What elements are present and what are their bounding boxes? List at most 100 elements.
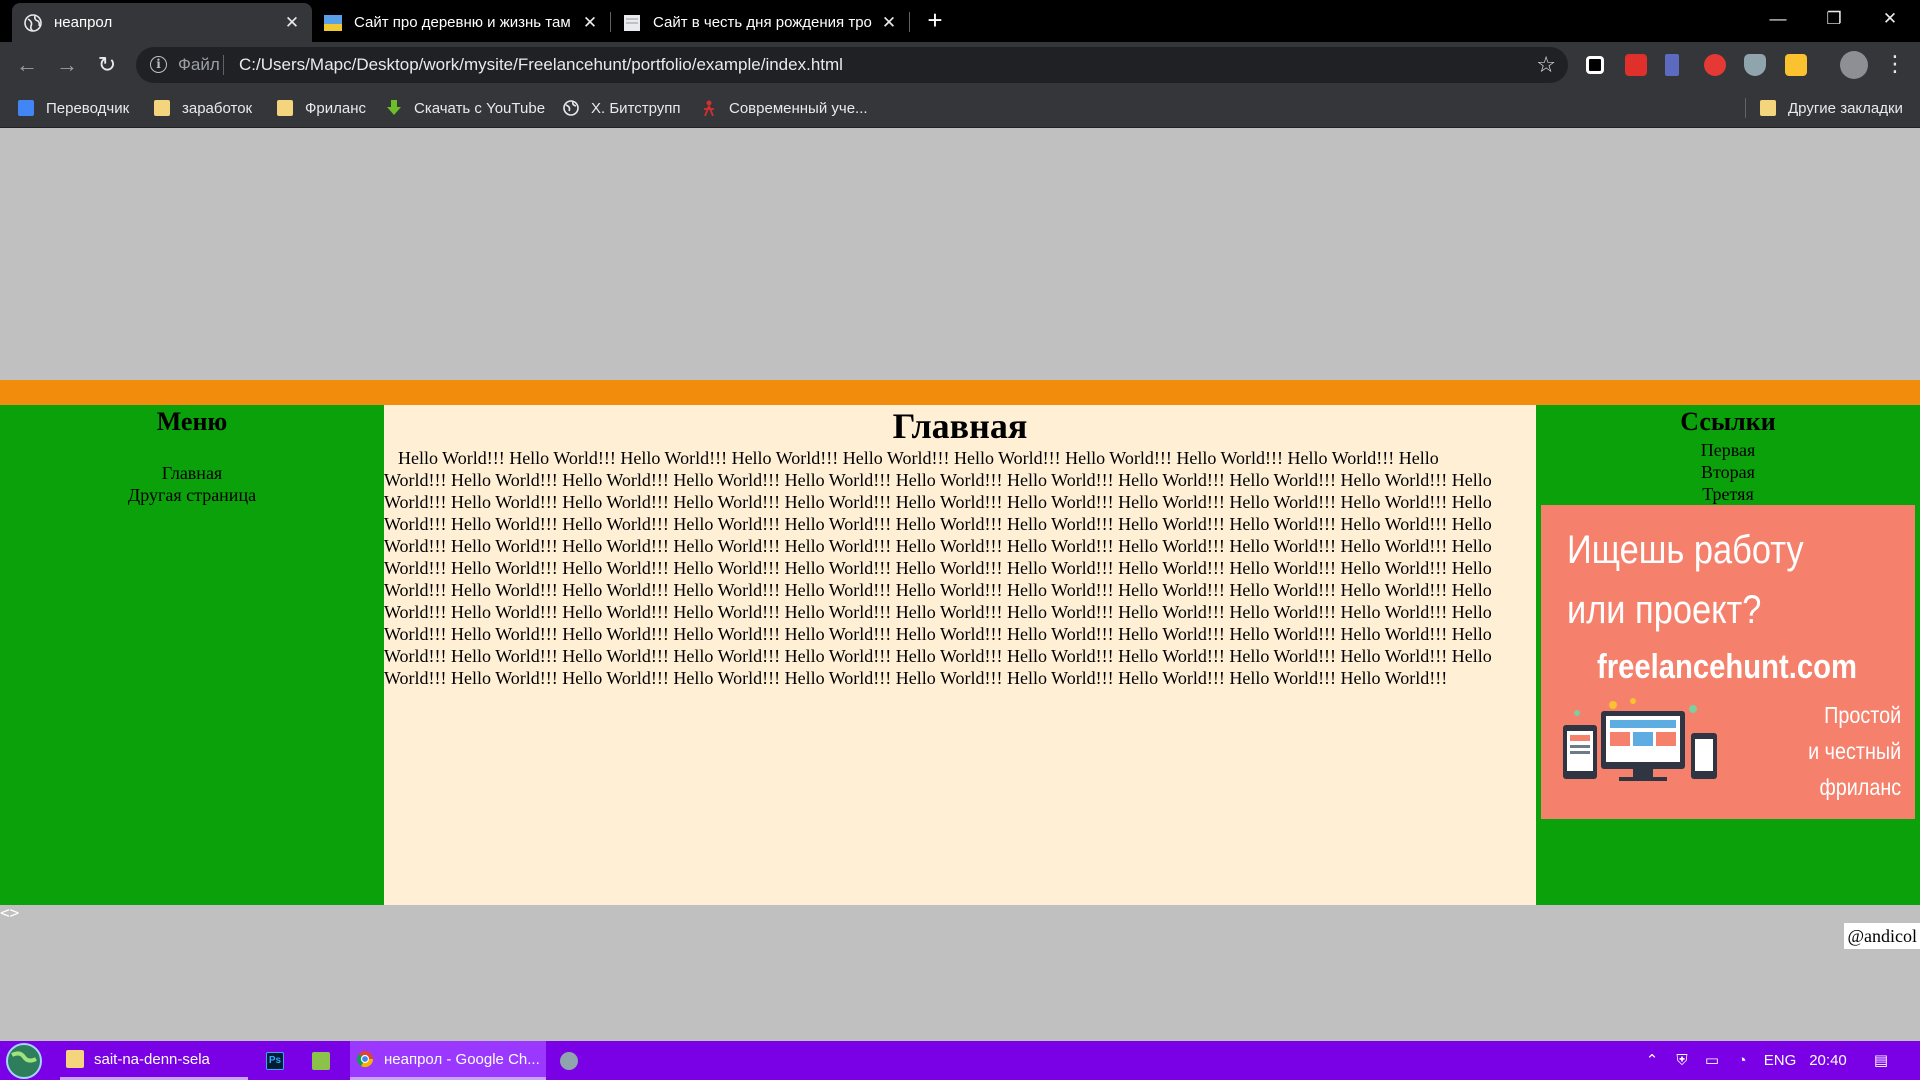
notification-icon[interactable]: ▤ xyxy=(1866,1041,1896,1080)
close-icon[interactable]: ✕ xyxy=(578,13,602,33)
menu-list: Главная Другая страница xyxy=(0,462,384,506)
address-divider xyxy=(223,55,224,75)
window-close-button[interactable]: ✕ xyxy=(1862,0,1918,40)
bookmark-translate[interactable]: Переводчик xyxy=(18,88,129,128)
bookmark-bitstrupp[interactable]: X. Битструпп xyxy=(563,88,681,128)
forward-button[interactable]: → xyxy=(52,50,82,80)
address-bar[interactable]: i Файл C:/Users/Марс/Desktop/work/mysite… xyxy=(136,47,1568,83)
taskbar-photoshop[interactable]: Ps xyxy=(266,1041,286,1080)
profile-avatar[interactable] xyxy=(1840,51,1868,79)
bookmark-star-icon[interactable]: ☆ xyxy=(1536,52,1556,78)
extension-red-icon[interactable] xyxy=(1625,54,1647,76)
tab-village[interactable]: Сайт про деревню и жизнь там ✕ xyxy=(312,3,610,42)
bookmarks-divider xyxy=(1745,98,1746,118)
extension-shield-icon[interactable] xyxy=(1744,54,1766,76)
tray-chevron-icon[interactable]: ⌃ xyxy=(1640,1041,1664,1080)
ad-line-2: или проект? xyxy=(1567,588,1762,632)
maximize-button[interactable]: ❐ xyxy=(1806,0,1862,40)
browser-menu-icon[interactable]: ⋮ xyxy=(1884,50,1906,80)
close-icon[interactable]: ✕ xyxy=(280,13,304,33)
page-viewport: Меню Главная Другая страница Главная Hel… xyxy=(0,129,1920,1041)
info-icon[interactable]: i xyxy=(150,56,167,73)
tray-wifi-icon[interactable]: ◔ xyxy=(1730,1041,1754,1080)
tray-security-icon[interactable]: ⛨ xyxy=(1670,1041,1694,1080)
tab-title: Сайт про деревню и жизнь там xyxy=(354,14,571,31)
tab-active[interactable]: неапрол ✕ xyxy=(12,3,312,42)
browser-toolbar: ← → ↻ i Файл C:/Users/Марс/Desktop/work/… xyxy=(0,42,1920,88)
bookmark-label: X. Битструпп xyxy=(591,99,681,117)
menu-heading: Меню xyxy=(156,407,228,436)
windows-taskbar: sait-na-denn-sela Ps неапрол - Google Ch… xyxy=(0,1041,1920,1080)
main-content: Главная Hello World!!! Hello World!!! He… xyxy=(384,405,1536,905)
back-button[interactable]: ← xyxy=(12,50,42,80)
new-tab-button[interactable]: + xyxy=(921,6,949,34)
ad-domain: freelancehunt.com xyxy=(1597,648,1857,686)
bookmark-earnings[interactable]: заработок xyxy=(154,88,252,128)
folder-icon xyxy=(1760,100,1776,116)
app-icon xyxy=(560,1051,578,1070)
chrome-icon xyxy=(356,1051,374,1068)
reload-button[interactable]: ↻ xyxy=(92,50,122,80)
image-favicon-icon xyxy=(324,14,342,31)
ad-tagline-line: фриланс xyxy=(1819,774,1901,800)
google-translate-icon xyxy=(18,100,34,116)
tab-title: Сайт в честь дня рождения тро xyxy=(653,14,872,31)
taskbar-app[interactable] xyxy=(560,1041,580,1080)
other-bookmarks-label: Другие закладки xyxy=(1788,99,1903,117)
link-third[interactable]: Третяя xyxy=(1536,483,1920,505)
taskbar-chrome[interactable]: неапрол - Google Ch... xyxy=(350,1041,546,1080)
links-heading: Ссылки xyxy=(1680,407,1776,436)
tab-divider xyxy=(909,12,910,32)
notepad-icon xyxy=(312,1051,330,1070)
bookmark-label: Современный уче... xyxy=(729,99,868,117)
ad-line-1: Ищешь работу xyxy=(1567,528,1804,572)
taskbar-notepad[interactable] xyxy=(312,1041,332,1080)
extension-yellow-icon[interactable] xyxy=(1785,54,1807,76)
folder-icon xyxy=(66,1050,84,1068)
start-orb-icon[interactable] xyxy=(2,1041,46,1080)
link-second[interactable]: Вторая xyxy=(1536,461,1920,483)
tab-strip: неапрол ✕ Сайт про деревню и жизнь там ✕… xyxy=(0,0,1920,42)
links-list: Первая Вторая Третяя xyxy=(1536,439,1920,505)
photoshop-icon: Ps xyxy=(266,1051,284,1070)
bookmark-freelance[interactable]: Фриланс xyxy=(277,88,366,128)
extension-flag-icon[interactable] xyxy=(1665,54,1679,76)
extension-hand-icon[interactable] xyxy=(1704,54,1726,76)
download-arrow-icon xyxy=(387,100,401,115)
ad-tagline-line: Простой xyxy=(1824,702,1901,728)
freelancehunt-ad-banner[interactable]: Ищешь работу или проект? freelancehunt.c… xyxy=(1541,505,1915,819)
close-icon[interactable]: ✕ xyxy=(877,13,901,33)
tab-title: неапрол xyxy=(54,14,113,31)
menu-sidebar: Меню Главная Другая страница xyxy=(0,405,384,905)
other-bookmarks[interactable]: Другие закладки xyxy=(1760,88,1903,128)
bookmark-label: Скачать с YouTube xyxy=(414,99,546,117)
address-url[interactable]: C:/Users/Марс/Desktop/work/mysite/Freela… xyxy=(239,55,843,75)
page-favicon-icon xyxy=(624,14,640,31)
folder-icon xyxy=(277,100,293,116)
tab-birthday[interactable]: Сайт в честь дня рождения тро ✕ xyxy=(611,3,909,42)
page-title: Главная xyxy=(892,406,1028,446)
tray-battery-icon[interactable]: ▭ xyxy=(1700,1041,1724,1080)
ad-tagline-line: и честный xyxy=(1807,738,1901,764)
extension-square-icon[interactable] xyxy=(1586,56,1604,74)
link-first[interactable]: Первая xyxy=(1536,439,1920,461)
menu-item-other-page[interactable]: Другая страница xyxy=(0,484,384,506)
address-scheme: Файл xyxy=(178,55,220,74)
person-icon xyxy=(704,100,714,116)
globe-icon xyxy=(563,100,579,116)
devices-illustration-icon xyxy=(1563,698,1717,781)
ad-tagline: Простой и честный фриланс xyxy=(1808,697,1901,805)
bookmark-label: Переводчик xyxy=(46,99,130,117)
tray-language[interactable]: ENG xyxy=(1760,1041,1800,1080)
bookmark-modern-teacher[interactable]: Современный уче... xyxy=(701,88,868,128)
minimize-button[interactable]: — xyxy=(1750,0,1806,40)
bookmark-youtube-download[interactable]: Скачать с YouTube xyxy=(386,88,545,128)
footer-code-mark: <> xyxy=(0,903,20,922)
taskbar-explorer-folder[interactable]: sait-na-denn-sela xyxy=(60,1041,248,1080)
tray-clock[interactable]: 20:40 xyxy=(1806,1041,1850,1080)
bookmark-label: Фриланс xyxy=(305,99,367,117)
menu-item-home[interactable]: Главная xyxy=(0,462,384,484)
bookmarks-bar: Переводчик заработок Фриланс Скачать с Y… xyxy=(0,88,1920,128)
copyright-label: @andicol xyxy=(1844,923,1920,949)
folder-icon xyxy=(154,100,170,116)
